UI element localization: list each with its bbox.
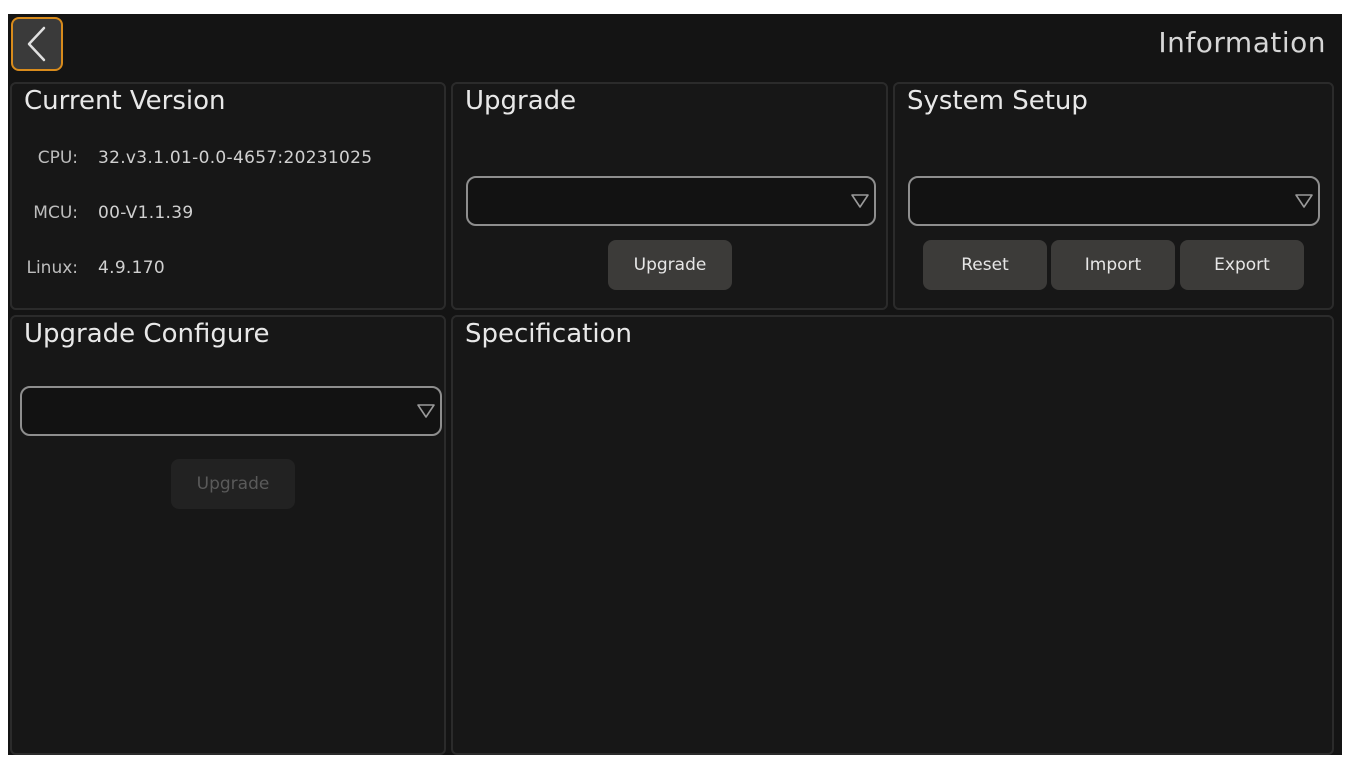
linux-row: Linux: 4.9.170 bbox=[12, 258, 165, 278]
upgrade-panel: Upgrade Upgrade bbox=[451, 82, 888, 310]
top-bar: Information bbox=[8, 14, 1342, 80]
system-setup-panel: System Setup Reset Import Export bbox=[893, 82, 1334, 310]
chevron-left-icon bbox=[27, 26, 46, 62]
system-setup-select[interactable] bbox=[908, 176, 1320, 226]
dropdown-arrow-icon bbox=[851, 194, 869, 208]
information-screen: Information Current Version CPU: 32.v3.1… bbox=[8, 14, 1342, 755]
linux-label: Linux: bbox=[26, 258, 78, 278]
cpu-row: CPU: 32.v3.1.01-0.0-4657:20231025 bbox=[12, 148, 372, 168]
system-setup-title: System Setup bbox=[907, 86, 1088, 116]
import-button[interactable]: Import bbox=[1051, 240, 1175, 290]
current-version-title: Current Version bbox=[24, 86, 226, 116]
upgrade-configure-button[interactable]: Upgrade bbox=[171, 459, 295, 509]
upgrade-configure-select[interactable] bbox=[20, 386, 442, 436]
back-button[interactable] bbox=[11, 17, 63, 71]
reset-button[interactable]: Reset bbox=[923, 240, 1047, 290]
dropdown-arrow-icon bbox=[1295, 194, 1313, 208]
upgrade-file-select[interactable] bbox=[466, 176, 876, 226]
upgrade-configure-title: Upgrade Configure bbox=[24, 319, 270, 349]
mcu-label: MCU: bbox=[33, 203, 78, 223]
specification-title: Specification bbox=[465, 319, 632, 349]
upgrade-configure-panel: Upgrade Configure Upgrade bbox=[10, 315, 446, 755]
dropdown-arrow-icon bbox=[417, 404, 435, 418]
cpu-label: CPU: bbox=[37, 148, 78, 168]
mcu-row: MCU: 00-V1.1.39 bbox=[12, 203, 193, 223]
export-button[interactable]: Export bbox=[1180, 240, 1304, 290]
specification-panel: Specification bbox=[451, 315, 1334, 755]
linux-value: 4.9.170 bbox=[98, 258, 165, 278]
mcu-value: 00-V1.1.39 bbox=[98, 203, 194, 223]
page-title: Information bbox=[1158, 26, 1326, 59]
upgrade-title: Upgrade bbox=[465, 86, 577, 116]
upgrade-button[interactable]: Upgrade bbox=[608, 240, 732, 290]
cpu-value: 32.v3.1.01-0.0-4657:20231025 bbox=[98, 148, 373, 168]
current-version-panel: Current Version CPU: 32.v3.1.01-0.0-4657… bbox=[10, 82, 446, 310]
